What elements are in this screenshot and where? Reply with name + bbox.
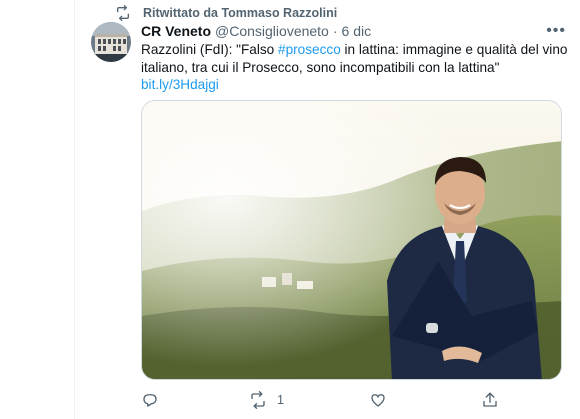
retweet-icon xyxy=(117,5,129,21)
retweet-button[interactable]: 1 xyxy=(249,391,284,409)
share-button[interactable] xyxy=(481,391,509,409)
tweet-header: CR Veneto @Consiglioveneto · 6 dic ••• xyxy=(141,21,566,41)
author-name[interactable]: CR Veneto xyxy=(141,23,211,39)
reply-icon xyxy=(143,394,157,407)
retweet-banner-text: Ritwittato da Tommaso Razzolini xyxy=(143,6,338,20)
retweet-icon xyxy=(251,391,265,409)
separator-dot: · xyxy=(332,23,338,39)
avatar[interactable] xyxy=(91,22,131,62)
tweet-date[interactable]: 6 dic xyxy=(342,23,372,39)
tweet-text: Razzolini (FdI): "Falso #prosecco in lat… xyxy=(141,41,571,94)
retweet-count: 1 xyxy=(277,393,284,407)
share-icon xyxy=(483,392,497,407)
heart-icon xyxy=(371,394,385,407)
tweet-text-start: Razzolini (FdI): "Falso xyxy=(141,42,279,57)
more-icon[interactable]: ••• xyxy=(546,22,566,40)
hashtag-link[interactable]: #prosecco xyxy=(278,42,341,57)
tweet-card[interactable]: Ritwittato da Tommaso Razzolini CR Venet… xyxy=(74,0,580,419)
short-link[interactable]: bit.ly/3Hdajgi xyxy=(141,77,219,92)
tweet-actions: 1 xyxy=(141,388,501,412)
author-handle[interactable]: @Consiglioveneto xyxy=(215,23,329,39)
reply-button[interactable] xyxy=(141,391,169,409)
tweet-photo[interactable] xyxy=(141,100,562,380)
retweet-banner[interactable]: Ritwittato da Tommaso Razzolini xyxy=(115,4,337,22)
like-button[interactable] xyxy=(369,391,397,409)
